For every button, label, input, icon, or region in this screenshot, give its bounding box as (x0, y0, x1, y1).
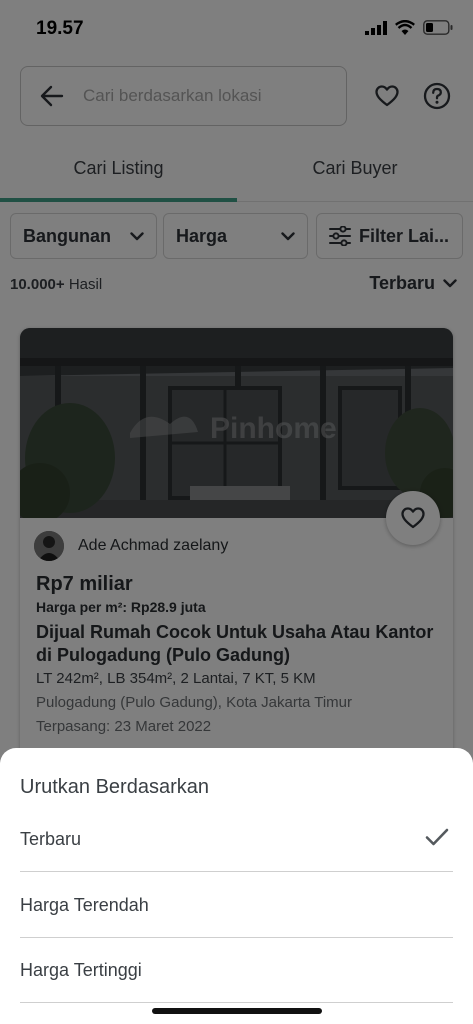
sort-option-highest-price[interactable]: Harga Tertinggi (20, 938, 453, 1003)
sort-option-newest[interactable]: Terbaru (20, 807, 453, 872)
sort-option-label: Harga Terendah (20, 894, 149, 915)
home-indicator[interactable] (152, 1008, 322, 1014)
sort-option-label: Terbaru (20, 828, 82, 849)
checkmark-icon (425, 828, 449, 846)
sort-option-lowest-price[interactable]: Harga Terendah (20, 873, 453, 938)
sort-bottom-sheet: Urutkan Berdasarkan Terbaru Harga Terend… (0, 748, 473, 1024)
sort-option-label: Harga Tertinggi (20, 959, 142, 980)
sort-sheet-title: Urutkan Berdasarkan (20, 776, 209, 798)
